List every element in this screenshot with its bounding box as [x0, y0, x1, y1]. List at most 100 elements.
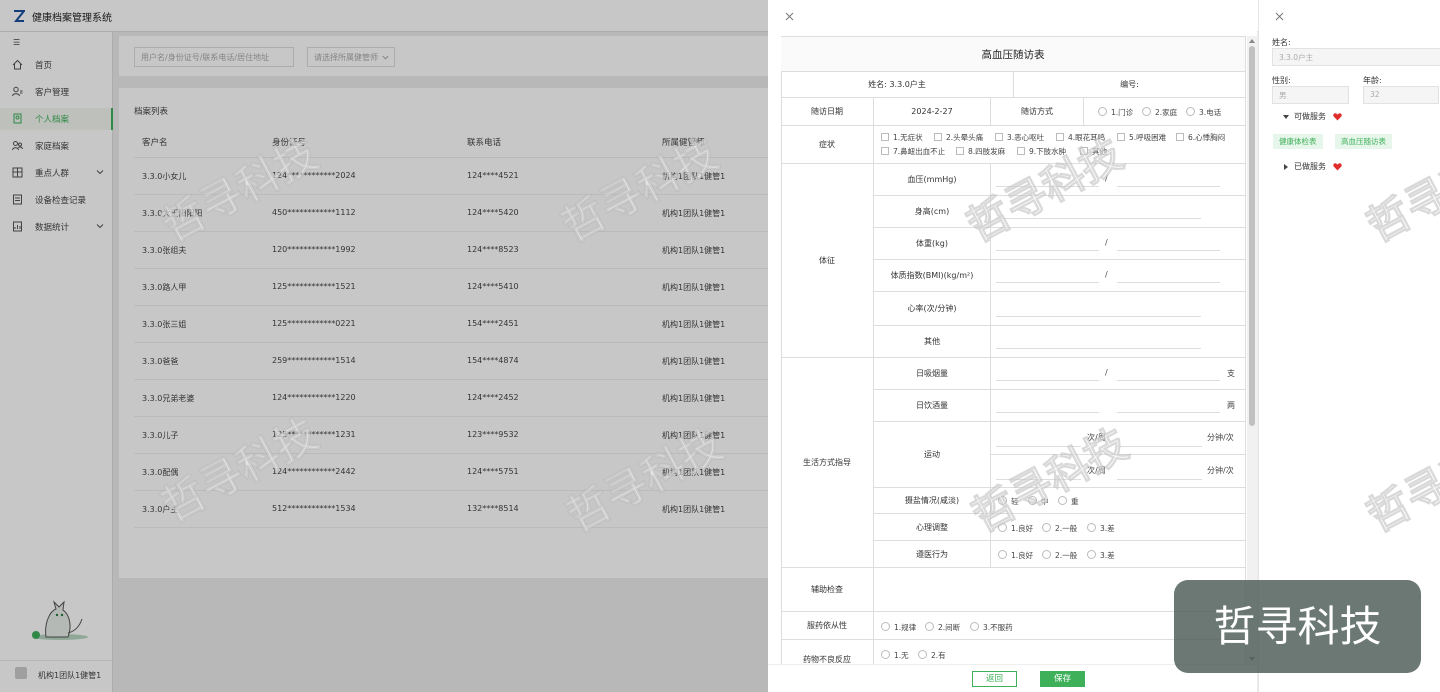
radio-adverse-none[interactable]: [881, 650, 890, 659]
done-services-label[interactable]: 已做服务: [1294, 161, 1326, 172]
visit-mode-options: 1.门诊 2.家庭 3.电话: [1084, 98, 1246, 126]
checkbox-dizzy[interactable]: [934, 133, 942, 141]
radio-med-regular[interactable]: [881, 622, 890, 631]
radio-clinic[interactable]: [1098, 107, 1107, 116]
weight-label: 体重(kg): [916, 239, 948, 248]
checkbox-palpitation[interactable]: [1176, 133, 1184, 141]
radio-med-intermittent[interactable]: [925, 622, 934, 631]
radio-phone[interactable]: [1186, 107, 1195, 116]
symptom-label: 症状: [819, 140, 835, 149]
radio-label: 2.间断: [938, 623, 961, 632]
heart-rate-inputs: [991, 292, 1246, 326]
sign-other-label: 其他: [924, 337, 940, 346]
adverse-label-cell: 药物不良反应: [781, 640, 874, 666]
radio-adverse-yes[interactable]: [918, 650, 927, 659]
heart-rate-label: 心率(次/分钟): [907, 304, 957, 313]
checkbox-numbness[interactable]: [956, 147, 964, 155]
radio-psych-fair[interactable]: [1042, 523, 1051, 532]
radio-label: 2.一般: [1055, 551, 1078, 560]
save-button[interactable]: 保存: [1040, 671, 1085, 687]
back-button[interactable]: 返回: [972, 671, 1017, 687]
sport-target-minutes-input[interactable]: [1117, 479, 1202, 480]
close-icon[interactable]: [785, 12, 794, 21]
caret-down-icon[interactable]: [1283, 114, 1289, 120]
drink-inputs: 两: [991, 390, 1246, 422]
radio-comply-fair[interactable]: [1042, 550, 1051, 559]
lifestyle-label: 生活方式指导: [803, 458, 851, 467]
bp-diastolic-input[interactable]: [1117, 186, 1220, 187]
scroll-up-arrow-icon[interactable]: [1249, 38, 1255, 44]
radio-comply-good[interactable]: [998, 550, 1007, 559]
weight-input[interactable]: [996, 250, 1099, 251]
radio-comply-poor[interactable]: [1087, 550, 1096, 559]
visit-date-field[interactable]: 2024-2-27: [874, 98, 991, 126]
gender-label: 性别:: [1272, 76, 1291, 85]
brand-badge: 哲寻科技: [1174, 580, 1421, 673]
scrollbar-thumb[interactable]: [1249, 46, 1255, 426]
name-field[interactable]: 3.3.0户主: [1272, 48, 1440, 66]
radio-label: 3.差: [1100, 524, 1115, 533]
age-field[interactable]: 32: [1363, 86, 1439, 104]
gender-field[interactable]: 男: [1272, 86, 1349, 104]
form-title-row: 高血压随访表: [781, 37, 1246, 72]
heart-rate-input[interactable]: [996, 316, 1201, 317]
radio-label: 2.家庭: [1155, 108, 1178, 117]
code-cell: 编号:: [1014, 72, 1246, 98]
checkbox-no-symptom[interactable]: [881, 133, 889, 141]
service-tag-hypertension-followup[interactable]: 高血压随访表: [1335, 134, 1392, 149]
slash: /: [1105, 238, 1108, 247]
smoke-label-cell: 日吸烟量: [874, 358, 991, 390]
bmi-target-input[interactable]: [1117, 282, 1220, 283]
smoke-label: 日吸烟量: [916, 369, 948, 378]
bmi-input[interactable]: [996, 282, 1099, 283]
app-window: 健康档案管理系统 ☰ 首页 客户管理 个人档案 家庭档案 重点人群 设备检查记录: [0, 0, 1440, 692]
psych-label: 心理调整: [916, 522, 948, 532]
service-tag-physical-exam[interactable]: 健康体检表: [1273, 134, 1323, 149]
checkbox-tinnitus[interactable]: [1056, 133, 1064, 141]
med-comply-label: 服药依从性: [807, 621, 847, 630]
checkbox-edema[interactable]: [1017, 147, 1025, 155]
checkbox-breathing[interactable]: [1117, 133, 1125, 141]
visit-mode-label-cell: 随访方式: [991, 98, 1084, 126]
code-label: 编号:: [1120, 80, 1139, 89]
drink-current-input[interactable]: [996, 412, 1099, 413]
checkbox-nosebleed[interactable]: [881, 147, 889, 155]
weight-target-input[interactable]: [1117, 250, 1220, 251]
drink-target-input[interactable]: [1117, 412, 1220, 413]
smoke-current-input[interactable]: [996, 380, 1099, 381]
checkbox-nausea[interactable]: [995, 133, 1003, 141]
checkbox-label: 6.心悸胸闷: [1188, 133, 1226, 142]
modal-overlay[interactable]: [0, 0, 768, 692]
checkbox-label: 5.呼吸困难: [1129, 133, 1167, 142]
sport-label: 运动: [924, 450, 940, 459]
followup-form: 高血压随访表 姓名: 3.3.0户主 编号: 随访日期 2024-2-27 随访…: [781, 36, 1246, 666]
aux-label-cell: 辅助检查: [781, 568, 874, 612]
sign-other-inputs: [991, 326, 1246, 358]
checkbox-label: 7.鼻衄出血不止: [893, 147, 946, 156]
sport-label-cell: 运动: [874, 422, 991, 488]
sign-other-input[interactable]: [996, 348, 1201, 349]
sport-minutes-unit: 分钟/次: [1207, 466, 1234, 475]
close-icon[interactable]: [1275, 12, 1284, 21]
sport-minutes-input[interactable]: [1117, 446, 1202, 447]
med-comply-label-cell: 服药依从性: [781, 612, 874, 640]
radio-label: 3.差: [1100, 551, 1115, 560]
slash: /: [1105, 368, 1108, 377]
name-label: 姓名: 3.3.0户主: [868, 80, 926, 89]
radio-home[interactable]: [1142, 107, 1151, 116]
checkbox-label: 2.头晕头痛: [946, 133, 984, 142]
radio-label: 3.电话: [1199, 108, 1222, 117]
age-label: 年龄:: [1363, 76, 1382, 85]
radio-psych-poor[interactable]: [1087, 523, 1096, 532]
caret-right-icon[interactable]: [1283, 164, 1289, 170]
radio-med-none[interactable]: [970, 622, 979, 631]
smoke-target-input[interactable]: [1117, 380, 1220, 381]
available-services-label[interactable]: 可做服务: [1294, 111, 1326, 122]
lifestyle-label-cell: 生活方式指导: [781, 358, 874, 568]
form-scrollbar[interactable]: [1247, 36, 1257, 664]
heart-icon: [1333, 113, 1342, 121]
bmi-inputs: /: [991, 260, 1246, 292]
visit-mode-label: 随访方式: [1021, 107, 1053, 116]
name-label: 姓名:: [1272, 38, 1291, 47]
radio-label: 2.有: [931, 651, 946, 660]
